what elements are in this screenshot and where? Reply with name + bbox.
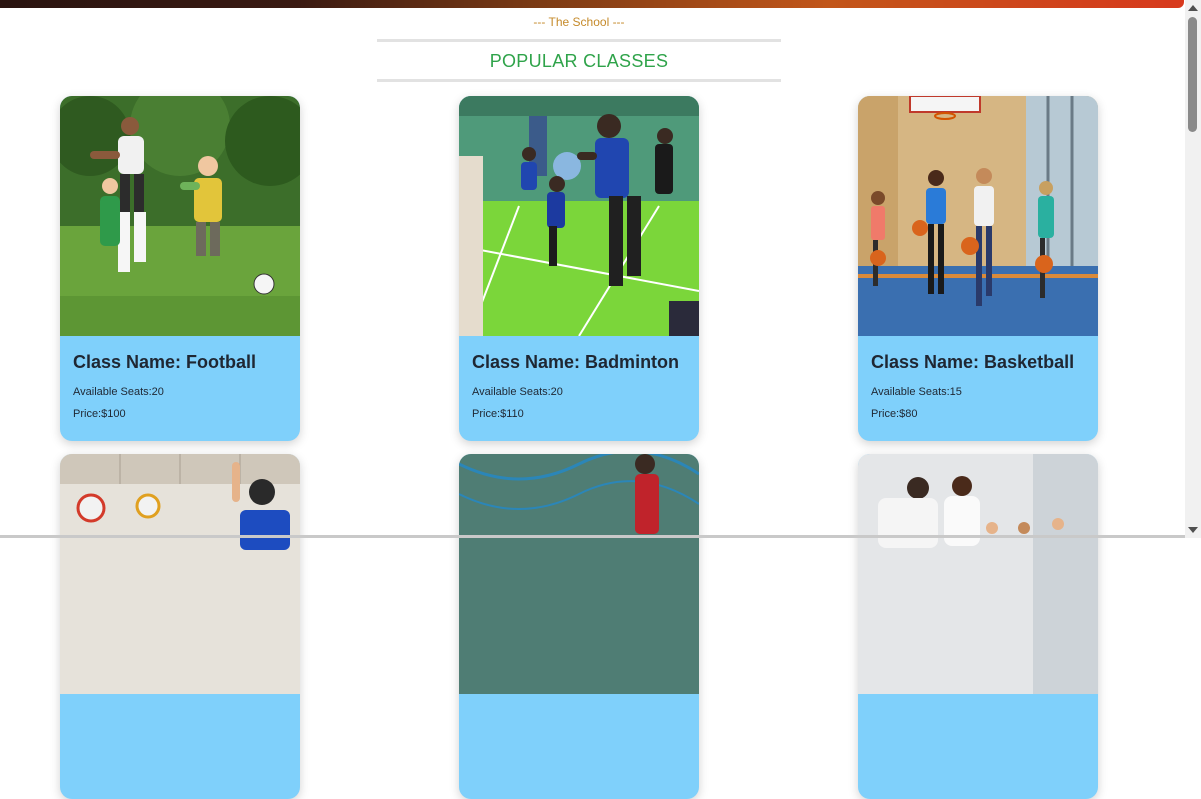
available-seats: Available Seats:20 xyxy=(472,386,563,398)
class-card-cricket[interactable] xyxy=(459,454,699,799)
divider-bottom xyxy=(377,79,781,82)
class-name: Class Name: Badminton xyxy=(472,352,680,372)
basketball-class-photo xyxy=(858,96,1098,336)
class-card-volleyball[interactable] xyxy=(60,454,300,799)
class-price: Price:$80 xyxy=(871,408,918,420)
class-price: Price:$100 xyxy=(73,408,126,420)
class-card-martial-arts[interactable] xyxy=(858,454,1098,799)
class-card-football[interactable]: Class Name: Football Available Seats:20 … xyxy=(60,96,300,441)
available-seats: Available Seats:15 xyxy=(871,386,962,398)
badminton-class-photo xyxy=(459,96,699,336)
class-info: Class Name: Basketball Available Seats:1… xyxy=(858,336,1098,441)
top-banner-image xyxy=(0,0,1184,8)
scroll-thumb[interactable] xyxy=(1188,17,1197,132)
section-subtitle: --- The School --- xyxy=(533,15,625,29)
martial-arts-class-photo xyxy=(858,454,1098,694)
football-class-photo xyxy=(60,96,300,336)
class-price: Price:$110 xyxy=(472,408,524,420)
vertical-scrollbar[interactable] xyxy=(1185,0,1201,538)
section-title: POPULAR CLASSES xyxy=(489,51,669,71)
class-name: Class Name: Basketball xyxy=(871,352,1075,372)
class-info: Class Name: Badminton Available Seats:20… xyxy=(459,336,699,441)
cricket-class-photo xyxy=(459,454,699,694)
available-seats: Available Seats:20 xyxy=(73,386,164,398)
class-card-basketball[interactable]: Class Name: Basketball Available Seats:1… xyxy=(858,96,1098,441)
volleyball-class-photo xyxy=(60,454,300,694)
divider-top xyxy=(377,39,781,42)
class-card-badminton[interactable]: Class Name: Badminton Available Seats:20… xyxy=(459,96,699,441)
class-name: Class Name: Football xyxy=(73,352,257,372)
scroll-up-arrow-icon[interactable] xyxy=(1188,5,1198,11)
class-info: Class Name: Football Available Seats:20 … xyxy=(60,336,300,441)
scroll-down-arrow-icon[interactable] xyxy=(1188,527,1198,533)
